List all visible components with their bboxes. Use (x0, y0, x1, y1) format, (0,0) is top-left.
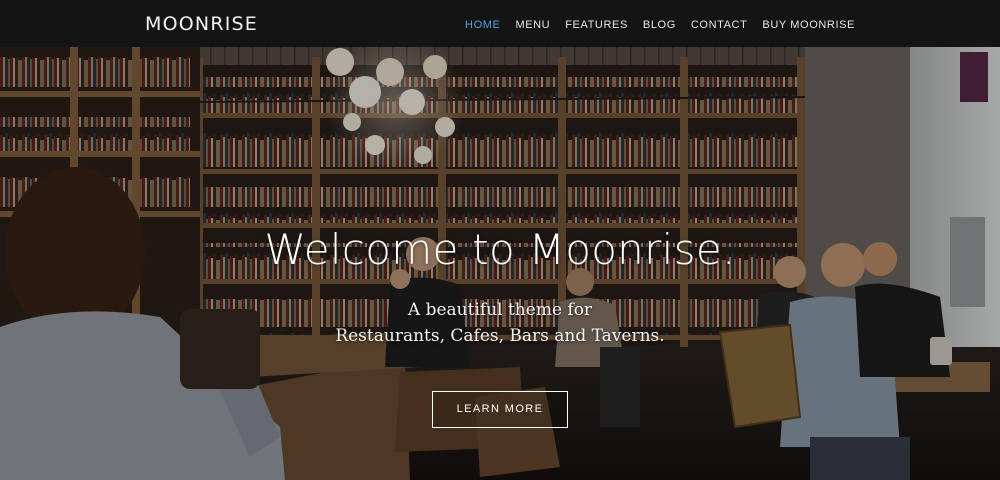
nav-item-features[interactable]: FEATURES (565, 18, 628, 32)
hero-section: Welcome to Moonrise. A beautiful theme f… (0, 47, 1000, 480)
nav-item-contact[interactable]: CONTACT (691, 18, 748, 32)
site-logo[interactable]: MOONRISE (145, 13, 258, 35)
nav-item-home[interactable]: HOME (465, 18, 500, 32)
hero-subtitle-line-1: A beautiful theme for (407, 300, 593, 320)
hero-subtitle-line-2: Restaurants, Cafes, Bars and Taverns. (335, 326, 665, 346)
hero-title: Welcome to Moonrise. (264, 225, 736, 274)
hero-subtitle: A beautiful theme for Restaurants, Cafes… (0, 297, 1000, 349)
top-navbar: MOONRISE HOME MENU FEATURES BLOG CONTACT… (0, 0, 1000, 47)
learn-more-button[interactable]: LEARN MORE (432, 391, 568, 428)
nav-item-blog[interactable]: BLOG (643, 18, 676, 32)
page: MOONRISE HOME MENU FEATURES BLOG CONTACT… (0, 0, 1000, 480)
main-nav: HOME MENU FEATURES BLOG CONTACT BUY MOON… (450, 18, 855, 32)
nav-item-buy-moonrise[interactable]: BUY MOONRISE (762, 18, 855, 32)
nav-item-menu[interactable]: MENU (515, 18, 550, 32)
